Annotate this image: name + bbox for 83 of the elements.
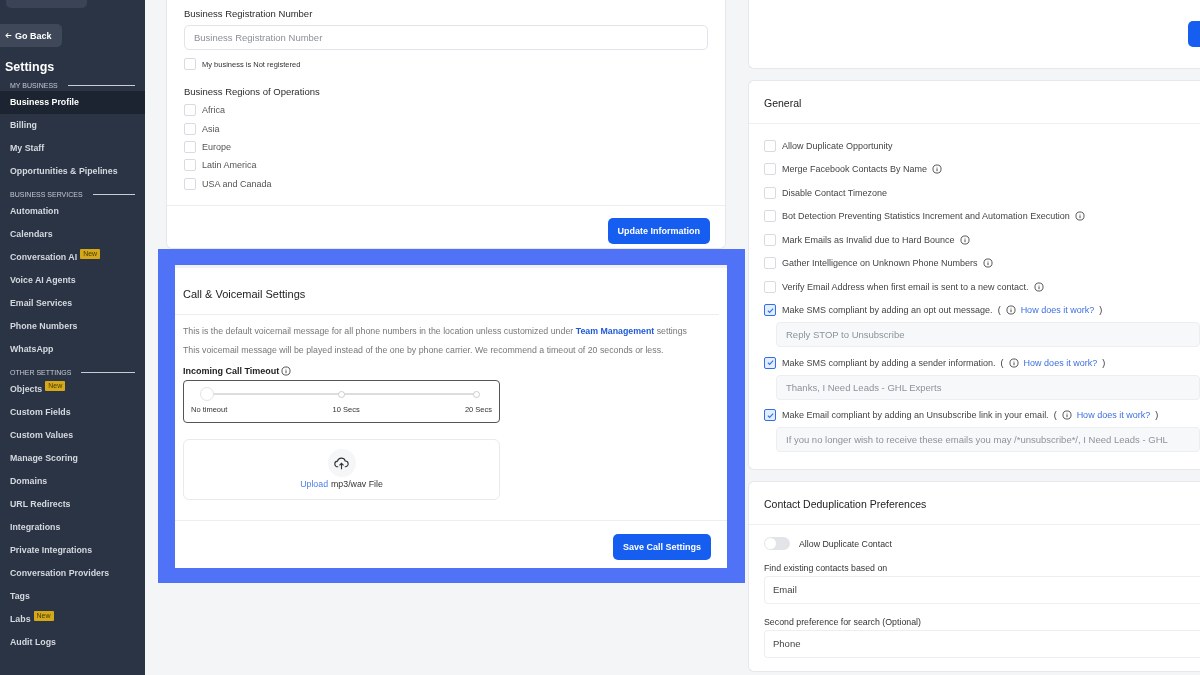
checkbox[interactable] <box>764 356 776 369</box>
card-title: General <box>749 81 1200 124</box>
input-field[interactable]: Business Registration Number <box>184 25 708 50</box>
field-label: Incoming Call Timeout <box>183 365 280 376</box>
checkbox[interactable] <box>764 304 776 317</box>
select-field[interactable]: Email <box>764 576 1200 604</box>
parenthesis: ( <box>1000 357 1004 368</box>
note-text: This voicemail message will be played instead of the one by phone carrier. We recommend a timeout of 20 seconds or less. <box>183 343 665 357</box>
checkbox-label: Gather Intelligence on Unknown Phone Numbers <box>782 258 978 269</box>
save-button[interactable]: Save Call Settings <box>612 533 711 560</box>
checkbox-label: Europe <box>202 141 232 152</box>
sidebar-item[interactable]: Labs <box>0 608 34 631</box>
toggle-switch[interactable] <box>764 537 790 550</box>
sidebar-item[interactable]: Conversation AI <box>0 246 81 269</box>
slider-step-dot <box>338 390 345 398</box>
checkbox-label: Merge Facebook Contacts By Name <box>782 164 928 175</box>
parenthesis: ) <box>1155 410 1159 421</box>
sidebar-item[interactable]: URL Redirects <box>0 493 145 516</box>
sidebar-item[interactable]: Voice AI Agents <box>0 269 145 292</box>
team-management-link[interactable]: Team Management <box>575 325 655 336</box>
sidebar-item[interactable]: Email Services <box>0 292 145 315</box>
upload-link[interactable]: Upload <box>300 479 329 490</box>
upload-dropzone[interactable]: Upload mp3/wav File <box>183 438 500 500</box>
input-field[interactable]: Reply STOP to Unsubscribe <box>776 322 1200 347</box>
parenthesis: ( <box>997 305 1001 316</box>
sidebar-item[interactable]: Phone Numbers <box>0 315 145 338</box>
arrow-left-icon <box>4 31 13 40</box>
help-link[interactable]: How does it work? <box>1023 357 1098 368</box>
sidebar-item[interactable]: Custom Values <box>0 424 145 447</box>
checkbox-label: Mark Emails as Invalid due to Hard Bounce <box>782 234 955 245</box>
checkbox[interactable] <box>764 409 776 422</box>
card-title: Contact Deduplication Preferences <box>749 482 1200 525</box>
select-field[interactable]: Phone <box>764 630 1200 658</box>
sidebar-title: Settings <box>5 60 56 74</box>
checkbox-label: Verify Email Address when first email is sent to a new contact. <box>782 281 1029 292</box>
sidebar-item[interactable]: Conversation Providers <box>0 562 145 585</box>
parenthesis: ) <box>1102 357 1106 368</box>
checkbox-label: Bot Detection Preventing Statistics Increment and Automation Execution <box>782 211 1070 222</box>
field-label: Second preference for search (Optional) <box>764 617 922 627</box>
input-field[interactable]: If you no longer wish to receive these emails you may /*unsubscribe*/, I Need Leads - GHL <box>776 427 1200 452</box>
checkbox-label: Disable Contact Timezone <box>782 187 888 198</box>
input-field[interactable]: Thanks, I Need Leads - GHL Experts <box>776 374 1200 400</box>
checkbox-label: Latin America <box>202 160 257 171</box>
sidebar-item[interactable]: WhatsApp <box>0 338 145 361</box>
sidebar-item[interactable]: Opportunities & Pipelines <box>0 160 145 183</box>
upload-text: mp3/wav File <box>331 479 383 490</box>
sidebar-item[interactable]: Automation <box>0 200 145 223</box>
back-button[interactable]: Go Back <box>0 24 62 47</box>
checkbox-label: USA and Canada <box>202 178 272 189</box>
checkbox-label: Make Email compliant by adding an Unsubscribe link in your email. <box>782 410 1049 421</box>
slider-step-dot <box>473 390 480 398</box>
checkbox-label: Make SMS compliant by adding a sender information. <box>782 357 996 368</box>
description-text: This is the default voicemail message for all phone numbers in the location unless customized under Team Management settings <box>183 324 688 338</box>
slider-thumb[interactable] <box>200 386 214 401</box>
checkbox-label: Make SMS compliant by adding an opt out message. <box>782 305 993 316</box>
sidebar-item[interactable]: Business Profile <box>0 91 145 114</box>
field-label: Business Regions of Operations <box>184 86 321 97</box>
info-icon <box>281 365 292 376</box>
button[interactable] <box>1188 21 1200 47</box>
sidebar-item[interactable]: Calendars <box>0 223 145 246</box>
parenthesis: ( <box>1053 410 1057 421</box>
help-link[interactable]: How does it work? <box>1076 410 1151 421</box>
sidebar-item[interactable]: Objects <box>0 378 46 401</box>
sidebar-item[interactable]: Billing <box>0 114 145 137</box>
card-title: Call & Voicemail Settings <box>175 267 719 315</box>
sidebar-item[interactable]: Custom Fields <box>0 401 145 424</box>
update-button[interactable]: Update Information <box>607 217 710 244</box>
sidebar-item[interactable]: Private Integrations <box>0 539 145 562</box>
checkbox-label: Africa <box>202 105 225 116</box>
field-label: Business Registration Number <box>184 8 314 19</box>
sidebar-item[interactable]: Domains <box>0 470 145 493</box>
sidebar-item[interactable]: Audit Logs <box>0 631 145 654</box>
sidebar-item[interactable]: Manage Scoring <box>0 447 145 470</box>
sidebar-item[interactable]: My Staff <box>0 137 145 160</box>
sidebar-item[interactable]: Tags <box>0 585 145 608</box>
help-link[interactable]: How does it work? <box>1020 305 1095 316</box>
sidebar-item[interactable]: Integrations <box>0 516 145 539</box>
toggle-label: Allow Duplicate Contact <box>799 538 892 549</box>
parenthesis: ) <box>1099 305 1103 316</box>
checkbox-label: Allow Duplicate Opportunity <box>782 140 893 151</box>
field-label: Find existing contacts based on <box>764 563 889 573</box>
upload-icon <box>327 449 356 478</box>
checkbox-label: Asia <box>202 123 220 134</box>
